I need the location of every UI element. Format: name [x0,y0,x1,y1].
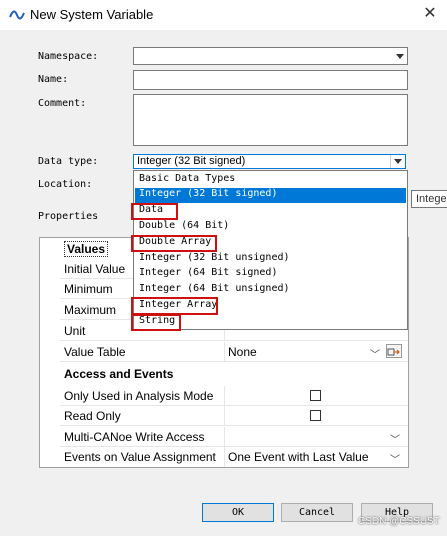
prop-key: Unit [64,324,86,338]
datatype-dropdown-button[interactable] [390,155,405,168]
datatype-value: Integer (32 Bit signed) [137,155,246,167]
group-access-label: Access and Events [64,367,174,381]
group-values-label: Values [64,241,109,257]
value-table-editor-button[interactable] [386,344,402,358]
highlight-box-double-array [131,235,217,252]
comment-label: Comment: [38,98,87,109]
prop-row-events[interactable]: Events on Value Assignment One Event wit… [60,447,408,467]
prop-key: Initial Value [64,262,126,276]
column-divider [224,447,225,467]
column-divider [224,427,225,447]
column-divider [224,406,225,426]
namespace-label: Namespace: [38,51,99,62]
column-divider [224,342,225,362]
prop-key: Value Table [64,345,126,359]
prop-row-multi-canoe[interactable]: Multi-CANoe Write Access ﹀ [60,427,408,447]
highlight-box-integer-array [131,297,218,315]
chevron-down-icon[interactable]: ﹀ [390,431,400,446]
chevron-down-icon [394,159,402,164]
edit-arrow-icon [387,348,400,356]
name-label: Name: [38,74,69,85]
chevron-down-icon[interactable]: ﹀ [390,451,400,466]
highlight-box-string [131,314,181,331]
value-table-select[interactable]: None [228,345,257,359]
watermark: CSDN @CSSUST [358,516,440,527]
option-integer-64-unsigned[interactable]: Integer (64 Bit unsigned) [139,283,290,298]
prop-row-analysis-mode[interactable]: Only Used in Analysis Mode [60,386,408,406]
prop-key: Events on Value Assignment [64,450,216,464]
chevron-down-icon[interactable] [396,54,404,59]
location-label: Location: [38,179,93,190]
window-title: New System Variable [30,7,154,22]
option-integer-64-signed[interactable]: Integer (64 Bit signed) [139,267,277,282]
app-wave-icon [9,10,25,20]
prop-key: Read Only [64,409,121,423]
prop-row-read-only[interactable]: Read Only [60,406,408,426]
prop-key: Multi-CANoe Write Access [64,430,205,444]
prop-row-value-table[interactable]: Value Table None ﹀ [60,342,408,362]
properties-label: Properties [38,211,99,222]
cancel-button[interactable]: Cancel [281,503,353,522]
option-integer-32-signed[interactable]: Integer (32 Bit signed) [135,188,406,203]
read-only-checkbox[interactable] [310,410,321,421]
prop-key: Minimum [64,282,113,296]
namespace-combo[interactable] [133,47,408,65]
dialog-window: New System Variable ✕ Namespace: Name: C… [0,0,447,536]
highlight-box-data [131,203,178,220]
ok-button[interactable]: OK [202,503,274,522]
title-bar: New System Variable ✕ [0,0,447,30]
analysis-mode-checkbox[interactable] [310,390,321,401]
column-divider [224,386,225,406]
datatype-combo[interactable]: Integer (32 Bit signed) [133,154,406,169]
comment-textarea[interactable] [133,94,408,146]
tooltip: Intege [411,190,447,208]
datatype-label: Data type: [38,156,99,167]
prop-key: Maximum [64,303,117,317]
prop-key: Only Used in Analysis Mode [64,389,214,403]
chevron-down-icon[interactable]: ﹀ [370,346,380,361]
option-double-64[interactable]: Double (64 Bit) [139,220,229,235]
name-input[interactable] [133,70,408,90]
events-select[interactable]: One Event with Last Value [228,450,369,464]
close-icon[interactable]: ✕ [421,4,439,24]
group-access-events[interactable]: Access and Events [60,365,408,385]
option-integer-32-unsigned[interactable]: Integer (32 Bit unsigned) [139,252,290,267]
dropdown-header: Basic Data Types [139,173,236,184]
